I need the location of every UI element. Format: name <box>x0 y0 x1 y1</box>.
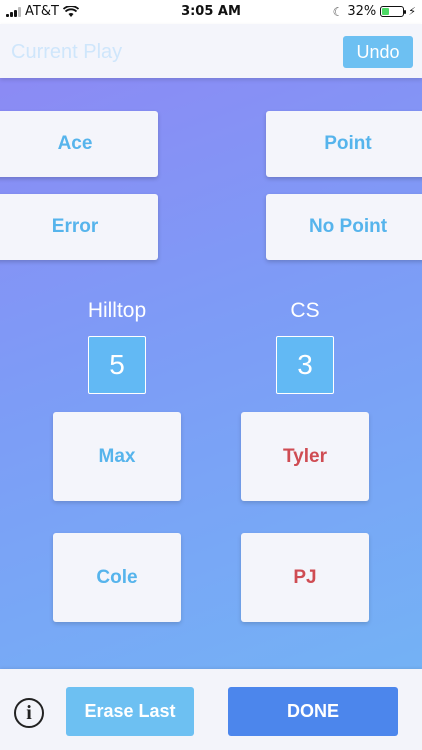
bottom-bar: i Erase Last DONE <box>0 669 422 750</box>
status-bar: AT&T 3:05 AM ☾ 32% ⚡ <box>0 0 422 24</box>
error-button[interactable]: Error <box>0 194 158 260</box>
status-right: ☾ 32% ⚡ <box>333 4 416 19</box>
score-away[interactable]: 3 <box>276 336 334 394</box>
undo-button[interactable]: Undo <box>343 36 413 68</box>
ace-button[interactable]: Ace <box>0 111 158 177</box>
info-icon[interactable]: i <box>14 698 44 728</box>
player-button-cole[interactable]: Cole <box>53 533 181 622</box>
erase-last-button[interactable]: Erase Last <box>66 687 194 736</box>
point-button[interactable]: Point <box>266 111 422 177</box>
battery-percent: 32% <box>347 4 377 19</box>
battery-icon <box>380 6 407 17</box>
player-button-tyler[interactable]: Tyler <box>241 412 369 501</box>
player-button-pj[interactable]: PJ <box>241 533 369 622</box>
top-bar: Current Play Undo <box>0 24 422 78</box>
score-home[interactable]: 5 <box>88 336 146 394</box>
team-name-home: Hilltop <box>87 299 147 322</box>
moon-icon: ☾ <box>332 4 344 19</box>
team-name-away: CS <box>290 299 320 322</box>
no-point-button[interactable]: No Point <box>266 194 422 260</box>
charging-icon: ⚡ <box>408 5 416 18</box>
page-title: Current Play <box>11 41 123 63</box>
player-button-max[interactable]: Max <box>53 412 181 501</box>
done-button[interactable]: DONE <box>228 687 398 736</box>
